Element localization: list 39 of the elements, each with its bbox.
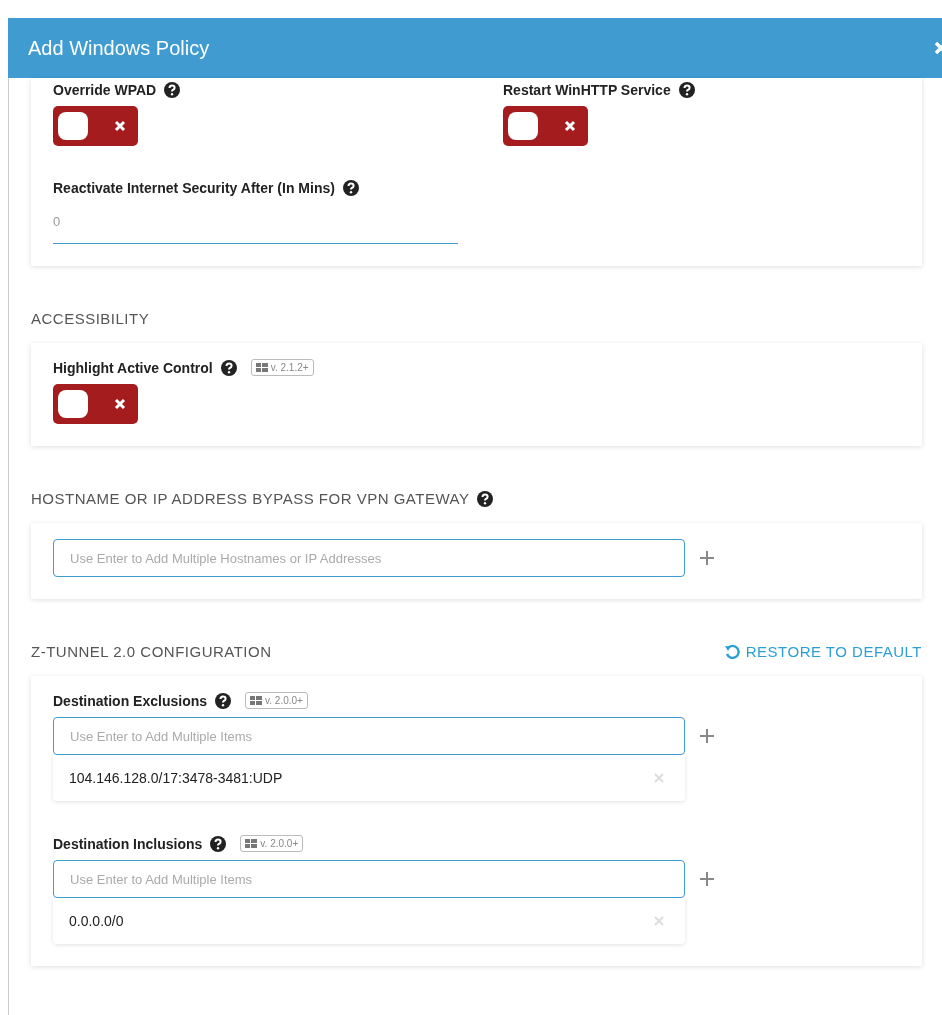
tag-input-field[interactable]: Use Enter to Add Multiple Items xyxy=(53,717,685,755)
toggle-switch[interactable] xyxy=(53,384,138,424)
help-icon[interactable] xyxy=(678,82,695,98)
field-label: Restart WinHTTP Service xyxy=(503,82,671,98)
section-heading: ACCESSIBILITY xyxy=(31,310,150,327)
help-icon[interactable] xyxy=(210,835,227,852)
tag-input-field[interactable]: Use Enter to Add Multiple Items xyxy=(53,860,685,898)
toggle-switch[interactable] xyxy=(503,106,588,146)
add-icon[interactable] xyxy=(699,550,715,566)
add-icon[interactable] xyxy=(699,728,715,744)
version-badge: v. 2.0.0+ xyxy=(240,835,304,852)
field-label: Reactivate Internet Security After (In Mins) xyxy=(53,180,335,196)
field-label: Override WPAD xyxy=(53,82,157,98)
section-heading: HOSTNAME OR IP ADDRESS BYPASS FOR VPN GATEWAY xyxy=(31,490,470,507)
windows-icon xyxy=(245,839,258,848)
cross-icon xyxy=(114,398,126,410)
restore-default-button[interactable]: RESTORE TO DEFAULT xyxy=(723,643,922,660)
reset-icon xyxy=(723,643,740,660)
help-icon[interactable] xyxy=(342,180,359,196)
help-icon[interactable] xyxy=(164,82,181,98)
tag-input-field[interactable]: Use Enter to Add Multiple Hostnames or IP Addresses xyxy=(53,539,685,577)
help-icon[interactable] xyxy=(477,490,494,507)
field-label: Highlight Active Control xyxy=(53,359,213,376)
add-icon[interactable] xyxy=(699,871,715,887)
field-label: Destination Inclusions xyxy=(53,835,203,852)
version-badge: v. 2.0.0+ xyxy=(245,692,308,709)
cross-icon xyxy=(564,120,576,132)
toggle-switch[interactable] xyxy=(53,106,138,146)
help-icon[interactable] xyxy=(220,359,237,376)
section-heading: Z-TUNNEL 2.0 CONFIGURATION xyxy=(31,643,272,660)
dialog-title: Add Windows Policy xyxy=(28,36,210,60)
version-badge: v. 2.1.2+ xyxy=(250,359,314,376)
tag-entry: 104.146.128.0/17:3478-3481:UDP xyxy=(69,770,283,786)
field-label: Destination Exclusions xyxy=(53,692,208,709)
tag-entry: 0.0.0.0/0 xyxy=(69,913,124,929)
windows-icon xyxy=(255,363,268,372)
windows-icon xyxy=(250,696,263,705)
help-icon[interactable] xyxy=(215,692,232,709)
cross-icon xyxy=(114,120,126,132)
